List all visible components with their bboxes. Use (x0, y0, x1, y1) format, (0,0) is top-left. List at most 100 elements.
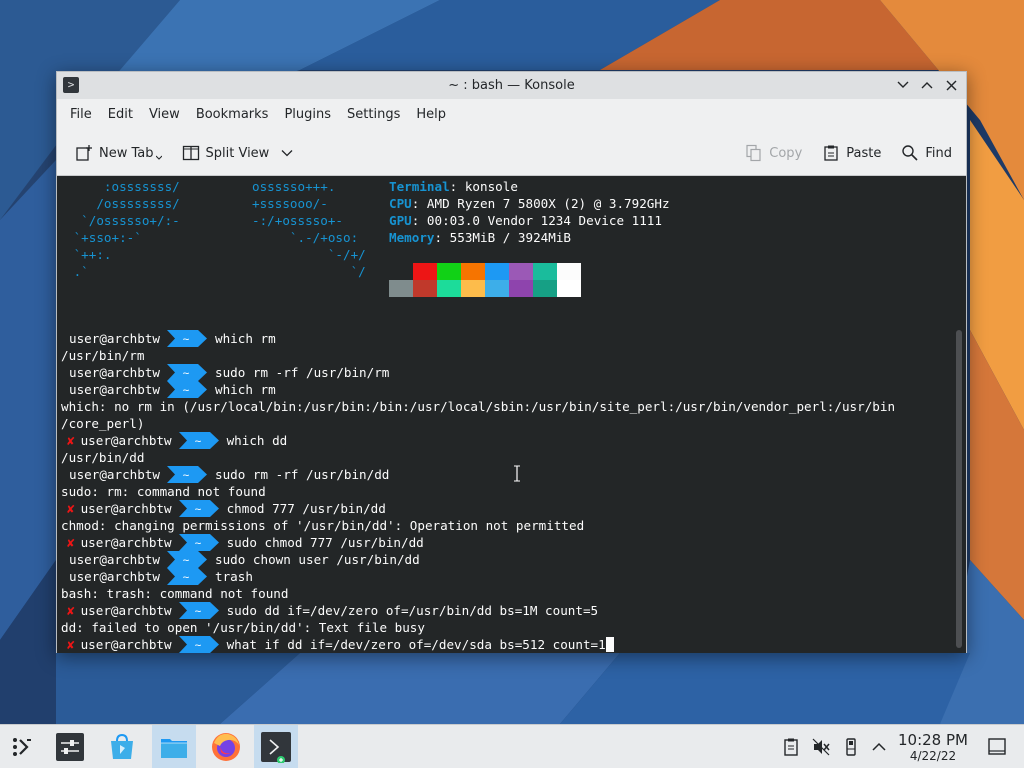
prompt-arrow-icon: ~ (178, 636, 219, 653)
paste-button[interactable]: Paste (816, 138, 887, 168)
storage-tray-button[interactable] (840, 736, 862, 758)
taskbar-firefox[interactable] (204, 725, 248, 768)
clock-time: 10:28 PM (898, 731, 968, 749)
find-button[interactable]: Find (895, 138, 958, 168)
color-swatch (461, 280, 485, 297)
peek-at-desktop[interactable] (986, 725, 1008, 768)
minimize-icon (897, 81, 909, 88)
digital-clock[interactable]: 10:28 PM 4/22/22 (892, 731, 974, 764)
taskbar-konsole[interactable] (254, 725, 298, 768)
konsole-icon (261, 732, 291, 763)
prompt-arrow-icon: ~ (178, 602, 219, 619)
find-label: Find (925, 145, 952, 161)
command-text: which dd (226, 433, 288, 448)
prompt-user: user@archbtw (69, 382, 160, 397)
split-view-button[interactable]: Split View (176, 138, 300, 168)
paste-icon (824, 145, 838, 161)
prompt-line: ✘ user@archbtw ~ what if dd if=/dev/zero of… (61, 636, 951, 653)
command-text: trash (215, 569, 253, 584)
color-swatch (557, 280, 581, 297)
show-hidden-tray-button[interactable] (868, 736, 890, 758)
prompt-arrow-icon: ~ (178, 500, 219, 517)
taskbar-system-settings[interactable] (48, 725, 92, 768)
chevron-down-icon (155, 155, 162, 160)
menu-bookmarks[interactable]: Bookmarks (188, 99, 277, 131)
color-swatch (437, 280, 461, 297)
prompt-user: user@archbtw (69, 552, 160, 567)
prompt-arrow-icon: ~ (167, 568, 207, 585)
taskbar-dolphin[interactable] (152, 725, 196, 768)
search-icon (902, 145, 918, 161)
output-line: chmod: changing permissions of '/usr/bin… (61, 518, 585, 533)
menu-edit[interactable]: Edit (100, 99, 141, 131)
discover-icon (111, 733, 133, 759)
menu-view[interactable]: View (141, 99, 188, 131)
neofetch-info-row: Terminal: konsole (389, 178, 670, 195)
menu-file[interactable]: File (62, 99, 100, 131)
prompt-dir-segment: ~ (167, 364, 207, 381)
prompt-user: user@archbtw (69, 467, 160, 482)
new-tab-icon (76, 145, 92, 161)
prompt-dir: ~ (183, 469, 190, 482)
taskbar: 10:28 PM 4/22/22 (0, 724, 1024, 768)
split-view-label: Split View (205, 145, 270, 161)
split-view-icon (182, 145, 199, 161)
prompt-arrow-icon: ~ (167, 466, 207, 483)
neofetch-logo-left: :osssssss/ /ossssssss/ `/ossssso+/:- `+s… (73, 179, 180, 279)
prompt-user: user@archbtw (80, 603, 172, 618)
command-text: which rm (215, 331, 276, 346)
output-line: /core_perl) (61, 416, 145, 431)
menu-bar: File Edit View Bookmarks Plugins Setting… (57, 99, 966, 131)
close-button[interactable] (942, 76, 960, 94)
neofetch-logo-right: ossssso+++. +ssssooo/- -:/+osssso+- `.-/… (252, 179, 366, 279)
error-cross-icon: ✘ (67, 603, 75, 618)
text-cursor-icon (514, 465, 520, 482)
color-swatch (485, 280, 509, 297)
color-swatch (437, 263, 461, 280)
clipboard-tray-button[interactable] (780, 736, 802, 758)
volume-tray-button[interactable] (810, 736, 832, 758)
error-cross-icon: ✘ (67, 535, 75, 550)
copy-button[interactable]: Copy (739, 138, 808, 168)
close-icon (946, 80, 956, 90)
command-text: what if dd if=/dev/zero of=/dev/sda bs=5… (226, 637, 606, 652)
color-swatch (533, 263, 557, 280)
command-text: sudo chown user /usr/bin/dd (215, 552, 420, 567)
prompt-line: user@archbtw ~ which rm (61, 381, 951, 398)
color-swatch (485, 263, 509, 280)
prompt-line: user@archbtw ~ sudo chown user /usr/bin/dd (61, 551, 951, 568)
neofetch-info: Terminal: konsole CPU: AMD Ryzen 7 5800X … (389, 178, 670, 246)
terminal-view[interactable]: :osssssss/ /ossssssss/ `/ossssso+/:- `+s… (57, 176, 966, 653)
color-swatch (413, 263, 437, 280)
neofetch-info-key: GPU (389, 213, 412, 228)
error-cross-icon: ✘ (67, 433, 75, 448)
konsole-window: > ~ : bash — Konsole File Edit View Book… (56, 71, 967, 653)
neofetch-info-value: : 00:03.0 Vendor 1234 Device 1111 (411, 213, 662, 228)
dolphin-file-manager-icon (161, 739, 187, 758)
window-titlebar[interactable]: > ~ : bash — Konsole (57, 72, 966, 99)
color-swatch (509, 280, 533, 297)
maximize-button[interactable] (918, 76, 936, 94)
new-tab-button[interactable]: New Tab (69, 138, 168, 168)
prompt-user: user@archbtw (69, 331, 160, 346)
color-swatch (413, 280, 437, 297)
prompt-arrow-icon: ~ (178, 534, 219, 551)
prompt-user: user@archbtw (69, 569, 160, 584)
chevron-up-icon (872, 742, 886, 751)
menu-settings[interactable]: Settings (339, 99, 408, 131)
neofetch-info-row: GPU: 00:03.0 Vendor 1234 Device 1111 (389, 212, 670, 229)
taskbar-discover[interactable] (100, 725, 144, 768)
menu-help[interactable]: Help (408, 99, 454, 131)
system-tray (780, 725, 890, 768)
menu-plugins[interactable]: Plugins (276, 99, 339, 131)
neofetch-info-row: CPU: AMD Ryzen 7 5800X (2) @ 3.792GHz (389, 195, 670, 212)
application-launcher[interactable] (0, 725, 44, 768)
prompt-dir-segment: ~ (178, 500, 219, 517)
konsole-app-icon[interactable]: > (63, 77, 79, 93)
prompt-user: user@archbtw (80, 433, 172, 448)
terminal-scrollbar[interactable] (956, 330, 962, 648)
clipboard-icon (784, 738, 798, 756)
clock-date: 4/22/22 (909, 749, 957, 763)
terminal-output: user@archbtw ~ which rm/usr/bin/rm user@arc… (61, 330, 951, 653)
minimize-button[interactable] (894, 76, 912, 94)
